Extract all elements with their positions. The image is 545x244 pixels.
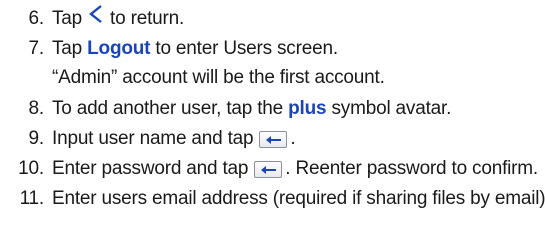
step-text: Enter password and tap . Reenter passwor… <box>52 154 538 184</box>
logout-label: Logout <box>87 38 151 59</box>
step-number: 9. <box>28 128 45 149</box>
step-text: “Admin” account will be the first accoun… <box>52 67 385 88</box>
step-7-note: “Admin” account will be the first accoun… <box>0 63 385 93</box>
step-text: Tap Logout to enter Users screen. <box>52 34 338 64</box>
step-text-pre: To add another user, tap the <box>52 98 284 119</box>
step-number: 10. <box>18 158 44 179</box>
step-8: 8. To add another user, tap the plus sym… <box>0 94 452 124</box>
step-11: 11. Enter users email address (required … <box>0 184 545 214</box>
step-text-pre: Tap <box>52 38 83 59</box>
step-number: 6. <box>28 8 45 29</box>
step-number: 7. <box>28 38 45 59</box>
enter-key-icon <box>259 130 288 148</box>
step-7: 7. Tap Logout to enter Users screen. <box>0 34 339 64</box>
step-9: 9. Input user name and tap . <box>0 124 296 154</box>
step-text-post: to return. <box>110 8 185 29</box>
plus-label: plus <box>288 98 327 119</box>
step-text-pre: Input user name and tap <box>52 128 254 149</box>
step-number: 8. <box>28 98 45 119</box>
step-text-post: . Reenter password to confirm. <box>285 158 538 179</box>
step-text-pre: Enter password and tap <box>52 158 249 179</box>
step-6: 6. Tap to return. <box>0 4 184 34</box>
step-text: Input user name and tap . <box>52 124 296 154</box>
step-text: To add another user, tap the plus symbol… <box>52 94 451 124</box>
instruction-list: 6. Tap to return. 7. Tap Logout to enter… <box>0 0 545 244</box>
step-text-post: . <box>290 128 296 149</box>
step-text-post: symbol avatar. <box>331 98 452 119</box>
step-text: Enter users email address (required if s… <box>52 188 545 209</box>
chevron-left-icon <box>88 4 104 34</box>
step-10: 10. Enter password and tap . Reenter pas… <box>0 154 538 184</box>
step-text-post: to enter Users screen. <box>155 38 338 59</box>
step-text-pre: Tap <box>52 8 83 29</box>
step-text: Tap to return. <box>52 4 184 34</box>
enter-key-icon <box>254 160 283 178</box>
step-number: 11. <box>19 188 45 209</box>
